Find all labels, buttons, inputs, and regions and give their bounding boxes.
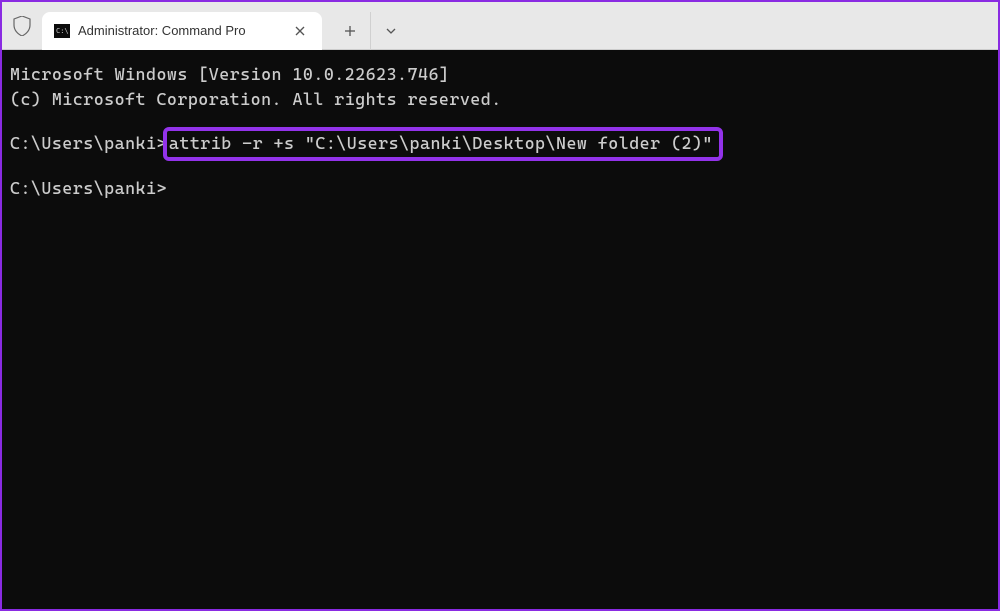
command-highlight: attrib -r +s "C:\Users\panki\Desktop\New… — [163, 127, 723, 161]
close-tab-button[interactable] — [290, 21, 310, 41]
terminal-window: C:\ Administrator: Command Pro — [2, 2, 998, 609]
prompt-path: C:\Users\panki> — [10, 133, 167, 153]
titlebar-buttons — [330, 2, 410, 49]
prompt-path: C:\Users\panki> — [10, 176, 990, 201]
cmd-icon: C:\ — [54, 23, 70, 39]
new-tab-button[interactable] — [330, 12, 370, 50]
shield-icon — [2, 2, 42, 49]
active-tab[interactable]: C:\ Administrator: Command Pro — [42, 12, 322, 50]
terminal-body[interactable]: Microsoft Windows [Version 10.0.22623.74… — [2, 50, 998, 609]
tab-title: Administrator: Command Pro — [78, 23, 282, 38]
titlebar: C:\ Administrator: Command Pro — [2, 2, 998, 50]
copyright-line: (c) Microsoft Corporation. All rights re… — [10, 87, 990, 112]
tab-dropdown-button[interactable] — [370, 12, 410, 50]
command-text: attrib -r +s "C:\Users\panki\Desktop\New… — [169, 133, 713, 153]
svg-text:C:\: C:\ — [56, 27, 69, 35]
version-line: Microsoft Windows [Version 10.0.22623.74… — [10, 62, 990, 87]
